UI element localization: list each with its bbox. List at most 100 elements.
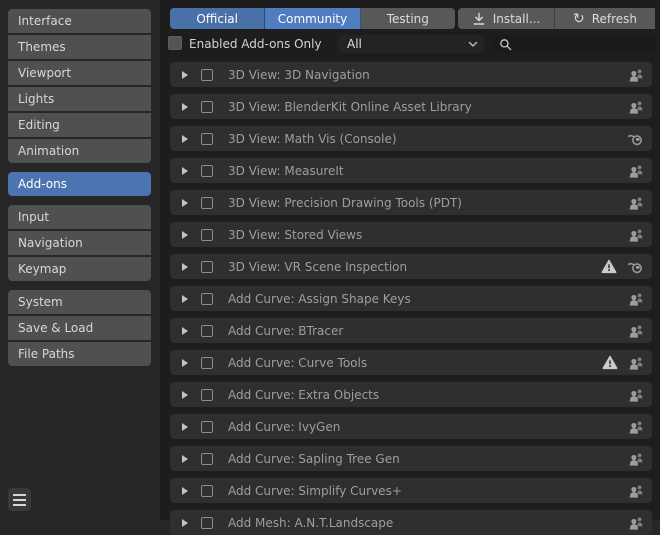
sidebar-item-navigation[interactable]: Navigation [8,231,151,255]
community-icon [629,293,643,306]
category-dropdown-value: All [347,37,362,51]
addon-row-icons [628,195,644,211]
community-icon [629,357,643,370]
addon-row: Add Curve: Sapling Tree Gen [170,446,652,471]
addons-panel: Official Community Testing Install... ↻ Re… [160,0,660,535]
expand-arrow-icon[interactable] [182,358,188,367]
addon-title: 3D View: Stored Views [228,227,363,242]
menu-bar [13,498,26,501]
sidebar-item-animation[interactable]: Animation [8,139,151,163]
search-input[interactable] [513,37,651,51]
addon-title: 3D View: 3D Navigation [228,67,370,82]
addon-title: Add Mesh: A.N.T.Landscape [228,515,394,530]
sidebar-item-system[interactable]: System [8,290,151,314]
addon-enable-checkbox[interactable] [201,516,213,529]
expand-arrow-icon[interactable] [182,422,188,431]
enabled-addons-only-checkbox[interactable] [168,36,182,50]
expand-arrow-icon[interactable] [182,454,188,463]
sidebar-item-file-paths[interactable]: File Paths [8,342,151,366]
search-field[interactable] [492,35,655,53]
expand-arrow-icon[interactable] [182,390,188,399]
sidebar-item-interface[interactable]: Interface [8,9,151,33]
addon-row-icons [628,451,644,467]
sidebar-item-add-ons[interactable]: Add-ons [8,172,151,196]
addon-enable-checkbox[interactable] [201,420,213,433]
addon-row-icons [602,355,644,371]
search-icon [500,38,512,50]
chevron-down-icon [468,41,478,47]
sidebar-group: System Save & Load File Paths [8,290,151,366]
sidebar-group: Add-ons [8,172,151,196]
addon-enable-checkbox[interactable] [201,260,213,273]
community-icon [629,485,643,498]
filter-tab-testing[interactable]: Testing [360,8,455,29]
addon-enable-checkbox[interactable] [201,324,213,337]
community-icon [629,517,643,530]
addon-enable-checkbox[interactable] [201,164,213,177]
expand-arrow-icon[interactable] [182,486,188,495]
category-dropdown[interactable]: All [338,35,484,53]
addon-row-icons [601,259,644,275]
sidebar-item-input[interactable]: Input [8,205,151,229]
sidebar-item-viewport[interactable]: Viewport [8,61,151,85]
community-icon [629,325,643,338]
community-icon [629,453,643,466]
community-icon [629,69,643,82]
addon-filter-tabs: Official Community Testing [170,8,455,29]
addon-enable-checkbox[interactable] [201,228,213,241]
sidebar-item-keymap[interactable]: Keymap [8,257,151,281]
install-button[interactable]: Install... [458,8,555,29]
sidebar-group: Interface Themes Viewport Lights Editing Anim… [8,9,151,163]
addon-enable-checkbox[interactable] [201,196,213,209]
filter-tab-community[interactable]: Community [265,8,361,29]
addon-enable-checkbox[interactable] [201,292,213,305]
preferences-sidebar: Interface Themes Viewport Lights Editing Anim… [0,0,160,520]
sidebar-item-editing[interactable]: Editing [8,113,151,137]
addon-row: 3D View: Precision Drawing Tools (PDT) [170,190,652,215]
expand-arrow-icon[interactable] [182,134,188,143]
refresh-button[interactable]: ↻ Refresh [555,8,655,29]
addon-title: 3D View: MeasureIt [228,163,344,178]
refresh-button-label: Refresh [591,11,638,26]
sidebar-item-lights[interactable]: Lights [8,87,151,111]
addon-enable-checkbox[interactable] [201,388,213,401]
addon-enable-checkbox[interactable] [201,452,213,465]
addon-title: Add Curve: Assign Shape Keys [228,291,411,306]
expand-arrow-icon[interactable] [182,262,188,271]
addon-row: Add Curve: Assign Shape Keys [170,286,652,311]
addon-enable-checkbox[interactable] [201,132,213,145]
addon-row-icons [628,387,644,403]
expand-arrow-icon[interactable] [182,294,188,303]
expand-arrow-icon[interactable] [182,198,188,207]
addon-row-icons [628,323,644,339]
addon-row-icons [628,419,644,435]
addon-title: 3D View: Math Vis (Console) [228,131,397,146]
addon-row: Add Curve: BTracer [170,318,652,343]
expand-arrow-icon[interactable] [182,230,188,239]
expand-arrow-icon[interactable] [182,102,188,111]
expand-arrow-icon[interactable] [182,70,188,79]
community-icon [629,421,643,434]
community-icon [629,101,643,114]
filter-tab-official[interactable]: Official [170,8,266,29]
addon-enable-checkbox[interactable] [201,484,213,497]
addon-enable-checkbox[interactable] [201,100,213,113]
addon-enable-checkbox[interactable] [201,356,213,369]
refresh-icon: ↻ [572,10,585,27]
sidebar-item-save-load[interactable]: Save & Load [8,316,151,340]
addon-title: 3D View: VR Scene Inspection [228,259,408,274]
addon-row: Add Curve: Simplify Curves+ [170,478,652,503]
addon-title: Add Curve: IvyGen [228,419,341,434]
community-icon [629,197,643,210]
sidebar-group: Input Navigation Keymap [8,205,151,281]
addon-row-icons [628,291,644,307]
addon-enable-checkbox[interactable] [201,68,213,81]
menu-icon[interactable] [8,488,31,511]
addon-title: 3D View: BlenderKit Online Asset Library [228,99,472,114]
addon-row-icons [628,483,644,499]
addon-row: 3D View: MeasureIt [170,158,652,183]
sidebar-item-themes[interactable]: Themes [8,35,151,59]
addon-title: Add Curve: Simplify Curves+ [228,483,402,498]
expand-arrow-icon[interactable] [182,326,188,335]
expand-arrow-icon[interactable] [182,166,188,175]
